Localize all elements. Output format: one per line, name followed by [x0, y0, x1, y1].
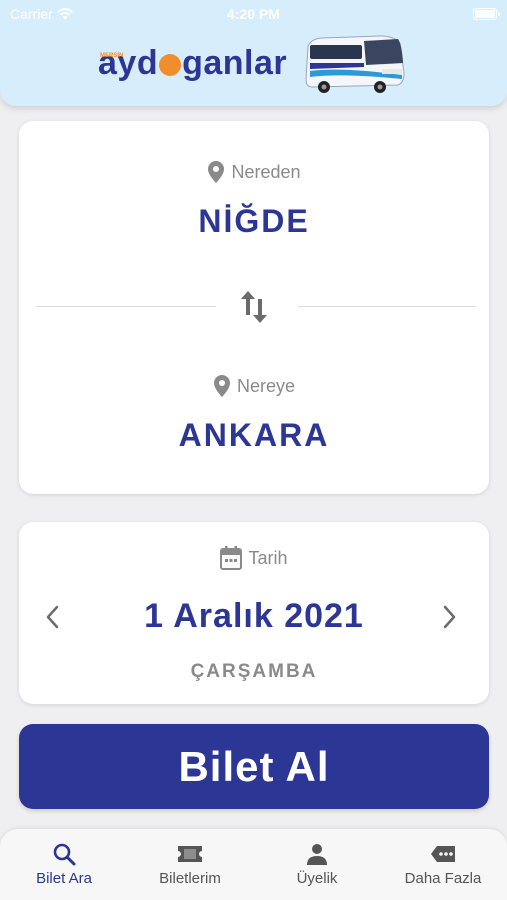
logo-plane-mark: [159, 54, 182, 76]
ticket-icon: [178, 846, 202, 862]
tab-label: Biletlerim: [159, 870, 221, 887]
tab-bilet-ara[interactable]: Bilet Ara: [9, 841, 119, 897]
tab-daha-fazla[interactable]: Daha Fazla: [388, 841, 498, 897]
bus-illustration: [305, 35, 405, 93]
divider-right: [298, 306, 476, 307]
swap-arrows-icon: [241, 291, 267, 323]
selected-weekday: ÇARŞAMBA: [190, 661, 318, 682]
calendar-icon: [220, 546, 243, 570]
battery-icon: [473, 8, 500, 20]
divider-left: [36, 306, 216, 307]
tab-label: Bilet Ara: [36, 870, 92, 887]
to-label-row: Nereye: [19, 375, 489, 397]
selected-date[interactable]: 1 Aralık 2021: [19, 597, 489, 636]
from-city[interactable]: NİĞDE: [19, 203, 489, 240]
logo-text-right: ganlar: [182, 44, 288, 82]
date-card: Tarih 1 Aralık 2021 ÇARŞAMBA: [19, 522, 489, 704]
chevron-right-icon: [443, 605, 456, 629]
location-pin-icon: [213, 375, 230, 397]
tab-biletlerim[interactable]: Biletlerim: [135, 841, 245, 897]
brand-logo: ayd ganlar: [98, 44, 287, 83]
buy-ticket-label: Bilet Al: [178, 742, 330, 790]
buy-ticket-button[interactable]: Bilet Al: [19, 724, 489, 809]
from-label-row: Nereden: [19, 161, 489, 183]
swap-route-button[interactable]: [234, 285, 274, 329]
tab-uyelik[interactable]: Üyelik: [262, 841, 372, 897]
search-icon: [53, 843, 76, 866]
route-card: Nereden NİĞDE Nereye ANKARA: [19, 121, 489, 494]
status-bar: Carrier 4:20 PM: [0, 6, 507, 24]
app-header: Carrier 4:20 PM ayd ganlar MERSİN: [0, 0, 507, 106]
tab-label: Daha Fazla: [404, 870, 482, 887]
from-label: Nereden: [231, 161, 301, 182]
logo-mini-text: MERSİN: [100, 53, 124, 59]
location-pin-icon: [208, 161, 225, 183]
user-icon: [307, 844, 327, 865]
logo-text-left: ayd: [98, 44, 159, 82]
date-label-row: Tarih: [19, 546, 489, 570]
tab-label: Üyelik: [296, 870, 338, 887]
status-time: 4:20 PM: [227, 6, 280, 22]
date-label: Tarih: [248, 547, 288, 568]
next-date-button[interactable]: [433, 597, 467, 637]
to-city[interactable]: ANKARA: [19, 417, 489, 454]
more-icon: [431, 846, 455, 862]
bottom-tab-bar: Bilet Ara Biletlerim Üyelik Daha Fazla: [0, 829, 507, 900]
to-label: Nereye: [236, 375, 296, 396]
